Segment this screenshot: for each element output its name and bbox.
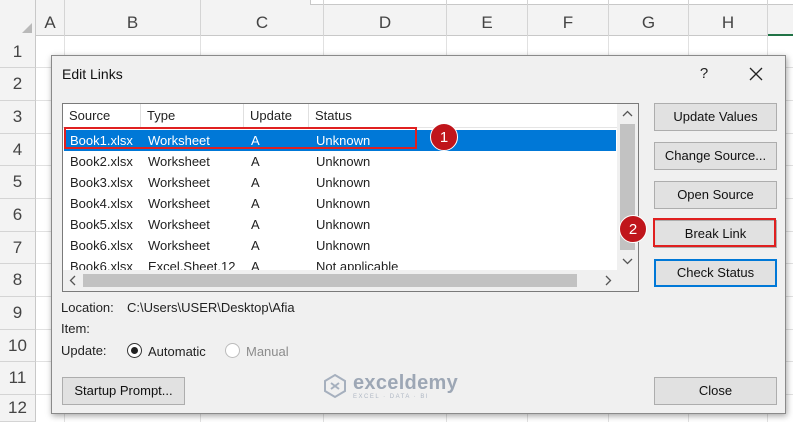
column-header-f[interactable]: F <box>528 0 609 36</box>
cell-type: Worksheet <box>148 175 210 190</box>
cell-type: Worksheet <box>148 217 210 232</box>
open-source-button[interactable]: Open Source <box>654 181 777 209</box>
cell-update: A <box>251 175 260 190</box>
cell-type: Worksheet <box>148 238 210 253</box>
row-header-6[interactable]: 6 <box>0 199 36 232</box>
close-icon[interactable] <box>742 62 770 86</box>
watermark-tagline: EXCEL · DATA · BI <box>353 394 430 400</box>
column-header-g[interactable]: G <box>609 0 689 36</box>
step-2-badge: 2 <box>619 215 647 243</box>
cell-status: Unknown <box>316 154 371 169</box>
column-header-source[interactable]: Source <box>63 104 141 128</box>
list-header: Source Type Update Status <box>63 104 617 128</box>
select-all-corner[interactable] <box>0 0 36 36</box>
column-header-h[interactable]: H <box>689 0 768 36</box>
row-header-1[interactable]: 1 <box>0 36 36 68</box>
scroll-up-icon[interactable] <box>617 104 638 122</box>
column-header-a[interactable]: A <box>36 0 65 36</box>
scroll-corner <box>617 270 638 291</box>
horizontal-scrollbar[interactable] <box>63 270 617 291</box>
update-values-button[interactable]: Update Values <box>654 103 777 131</box>
step-1-badge: 1 <box>430 123 458 151</box>
horizontal-scroll-thumb[interactable] <box>83 274 577 287</box>
row-header-8[interactable]: 8 <box>0 264 36 297</box>
location-label: Location: <box>61 300 114 315</box>
cell-status: Unknown <box>316 175 371 190</box>
link-row-book6[interactable]: Book6.xlsx Worksheet A Unknown <box>64 235 616 256</box>
link-row-book2[interactable]: Book2.xlsx Worksheet A Unknown <box>64 151 616 172</box>
column-header-e[interactable]: E <box>447 0 528 36</box>
vertical-scrollbar[interactable] <box>617 104 638 270</box>
row-header-10[interactable]: 10 <box>0 330 36 362</box>
cell-source: Book6.xlsx <box>70 238 133 253</box>
scroll-down-icon[interactable] <box>617 252 638 270</box>
row-header-7[interactable]: 7 <box>0 232 36 264</box>
column-header-c[interactable]: C <box>201 0 324 36</box>
cell-update: A <box>251 196 260 211</box>
manual-radio-label[interactable]: Manual <box>246 344 289 359</box>
change-source-button[interactable]: Change Source... <box>654 142 777 170</box>
row-header-12[interactable]: 12 <box>0 395 36 422</box>
cell-type: Worksheet <box>148 196 210 211</box>
column-header-type[interactable]: Type <box>141 104 244 128</box>
scroll-left-icon[interactable] <box>63 270 81 291</box>
scroll-right-icon[interactable] <box>599 270 617 291</box>
exceldemy-logo-icon <box>324 373 346 399</box>
cell-status: Unknown <box>316 238 371 253</box>
cell-source: Book3.xlsx <box>70 175 133 190</box>
link-row-book5[interactable]: Book5.xlsx Worksheet A Unknown <box>64 214 616 235</box>
manual-radio[interactable] <box>225 343 240 358</box>
dialog-title: Edit Links <box>62 66 123 82</box>
location-value: C:\Users\USER\Desktop\Afia <box>127 300 295 315</box>
automatic-radio-label[interactable]: Automatic <box>148 344 206 359</box>
row-header-3[interactable]: 3 <box>0 101 36 134</box>
row-header-11[interactable]: 11 <box>0 362 36 395</box>
column-header-status[interactable]: Status <box>309 104 409 128</box>
column-header-update[interactable]: Update <box>244 104 309 128</box>
row-header-4[interactable]: 4 <box>0 134 36 166</box>
link-row-book3[interactable]: Book3.xlsx Worksheet A Unknown <box>64 172 616 193</box>
cell-update: A <box>251 154 260 169</box>
watermark-name: exceldemy <box>353 372 458 394</box>
column-header-b[interactable]: B <box>65 0 201 36</box>
update-label: Update: <box>61 343 107 358</box>
column-header-d[interactable]: D <box>324 0 447 36</box>
exceldemy-watermark: exceldemy EXCEL · DATA · BI <box>322 372 458 400</box>
row-header-2[interactable]: 2 <box>0 68 36 101</box>
check-status-button[interactable]: Check Status <box>654 259 777 287</box>
cell-update: A <box>251 238 260 253</box>
row-header-5[interactable]: 5 <box>0 166 36 199</box>
column-header-i[interactable] <box>768 0 793 36</box>
cell-status: Unknown <box>316 217 371 232</box>
close-button[interactable]: Close <box>654 377 777 405</box>
automatic-radio[interactable] <box>127 343 142 358</box>
cell-update: A <box>251 217 260 232</box>
row-header-9[interactable]: 9 <box>0 297 36 330</box>
break-link-highlight <box>653 218 776 247</box>
cell-type: Worksheet <box>148 154 210 169</box>
link-row-book4[interactable]: Book4.xlsx Worksheet A Unknown <box>64 193 616 214</box>
cell-source: Book2.xlsx <box>70 154 133 169</box>
cell-source: Book4.xlsx <box>70 196 133 211</box>
selected-row-highlight <box>64 127 417 149</box>
item-label: Item: <box>61 321 90 336</box>
cell-source: Book5.xlsx <box>70 217 133 232</box>
help-button[interactable]: ? <box>692 62 716 86</box>
startup-prompt-button[interactable]: Startup Prompt... <box>62 377 185 405</box>
cell-status: Unknown <box>316 196 371 211</box>
